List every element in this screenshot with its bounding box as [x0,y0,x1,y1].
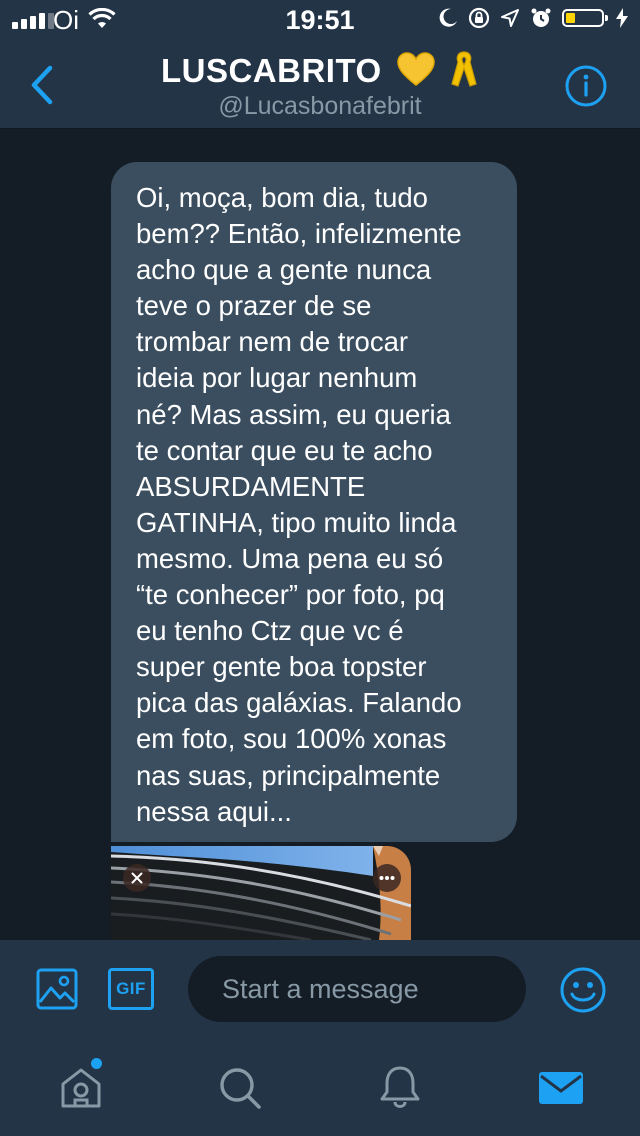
message-text-line: Oi, moça, bom dia, tudo [136,182,428,213]
display-name: LUSCABRITO [160,52,382,89]
message-text-line: bem?? Então, infelizmente [136,218,462,250]
message-thread[interactable]: Oi, moça, bom dia, tudo bem?? Então, infe… [0,129,640,940]
gif-label: GIF [116,979,146,998]
message-bubble[interactable]: Oi, moça, bom dia, tudo bem?? Então, infe… [111,162,517,842]
message-text-line: trombar nem de trocar [136,326,409,358]
bell-icon[interactable] [376,1064,424,1112]
message-text-line: “te conhecer” por foto, pq [136,579,445,611]
message-text-line: nessa aqui... [136,795,292,827]
user-handle: @Lucasbonafebrit [218,92,422,120]
rotation-lock-icon [468,7,490,29]
home-icon[interactable] [57,1064,105,1112]
conversation-title[interactable]: LUSCABRITO @Lucasbonafebrit [100,50,540,121]
message-composer: GIF Start a message [0,940,640,1040]
back-chevron-icon[interactable] [26,62,56,108]
smiley-icon[interactable] [559,966,607,1014]
envelope-icon[interactable] [537,1064,585,1112]
charging-bolt-icon [616,8,628,28]
image-icon[interactable] [36,968,78,1010]
moon-icon [439,8,457,27]
notification-dot [91,1058,102,1069]
message-placeholder: Start a message [222,973,419,1004]
close-icon[interactable] [123,864,151,892]
yellow-ribbon-icon [451,51,477,87]
message-text-line: né? Mas assim, eu queria [136,398,451,430]
message-text-line: em foto, sou 100% xonas [136,723,447,755]
message-text-line: acho que a gente nunca [136,254,432,286]
message-text-line: mesmo. Uma pena eu só [136,542,444,574]
search-icon[interactable] [216,1064,264,1112]
message-text-line: ideia por lugar nenhum [136,362,418,394]
message-text-line: GATINHA, tipo muito linda [136,506,457,538]
message-text-line: ABSURDAMENTE [136,470,366,502]
message-text-line: pica das galáxias. Falando [136,687,462,719]
status-bar: Oi 19:51 [0,0,640,40]
message-text-line: teve o prazer de se [136,290,372,322]
more-options-icon[interactable] [373,864,401,892]
attachment-photo [111,846,411,940]
message-text-line: eu tenho Ctz que vc é [136,615,404,647]
message-text-line: super gente boa topster [136,651,427,683]
message-input[interactable]: Start a message [188,956,526,1022]
alarm-icon [531,8,551,27]
conversation-header: LUSCABRITO @Lucasbonafebrit [0,40,640,129]
gif-button[interactable]: GIF [108,968,154,1010]
photo-attachment[interactable] [111,846,411,940]
message-text-line: nas suas, principalmente [136,759,441,791]
battery-icon [562,9,608,27]
location-arrow-icon [501,9,519,27]
yellow-heart-icon [397,52,436,86]
tab-bar [0,1040,640,1136]
message-text-line: te contar que eu te acho [136,434,433,466]
info-icon[interactable] [564,64,608,108]
